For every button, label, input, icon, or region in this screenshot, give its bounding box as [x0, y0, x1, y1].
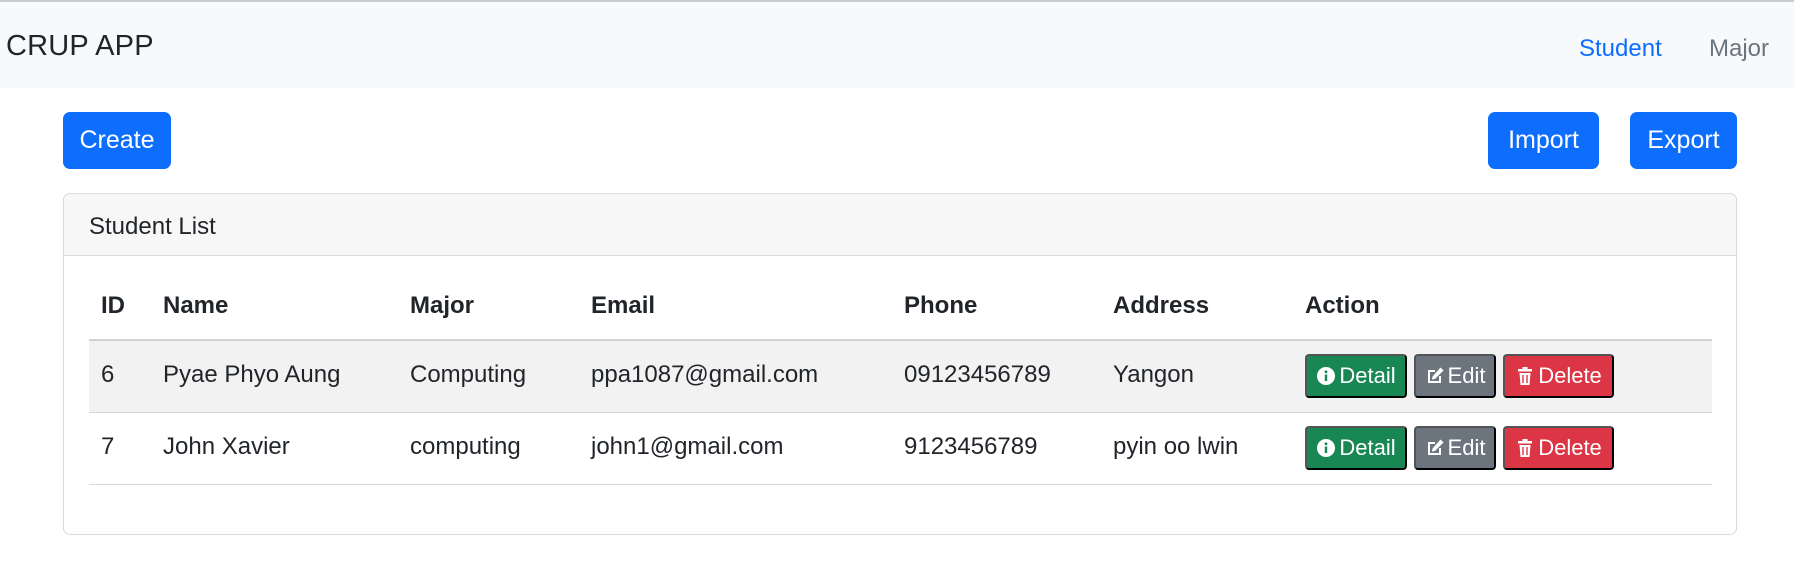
- cell-name: John Xavier: [163, 433, 290, 460]
- cell-address: Yangon: [1113, 361, 1194, 388]
- detail-label: Detail: [1339, 363, 1396, 388]
- table-header: ID Name Major Email Phone Address Action: [89, 274, 1712, 341]
- delete-label: Delete: [1538, 363, 1602, 388]
- edit-label: Edit: [1447, 363, 1486, 388]
- cell-phone: 09123456789: [904, 361, 1051, 388]
- cell-phone: 9123456789: [904, 433, 1038, 460]
- delete-button[interactable]: Delete: [1503, 426, 1614, 470]
- delete-button[interactable]: Delete: [1503, 354, 1614, 398]
- import-button[interactable]: Import: [1488, 112, 1599, 169]
- detail-button[interactable]: Detail: [1305, 426, 1407, 470]
- edit-label: Edit: [1447, 435, 1486, 460]
- pencil-square-icon: [1425, 438, 1445, 458]
- edit-button[interactable]: Edit: [1414, 426, 1496, 470]
- table-row: 7 John Xavier computing john1@gmail.com …: [89, 413, 1712, 485]
- edit-button[interactable]: Edit: [1414, 354, 1496, 398]
- cell-major: computing: [410, 433, 521, 460]
- cell-name: Pyae Phyo Aung: [163, 361, 341, 388]
- column-header-id: ID: [101, 292, 125, 319]
- cell-id: 7: [101, 433, 115, 460]
- cell-email: ppa1087@gmail.com: [591, 361, 819, 388]
- column-header-address: Address: [1113, 292, 1210, 319]
- table-row: 6 Pyae Phyo Aung Computing ppa1087@gmail…: [89, 341, 1712, 413]
- cell-id: 6: [101, 361, 115, 388]
- create-button[interactable]: Create: [63, 112, 171, 169]
- info-circle-icon: [1316, 438, 1336, 458]
- cell-email: john1@gmail.com: [591, 433, 784, 460]
- column-header-major: Major: [410, 292, 475, 319]
- trash-icon: [1515, 366, 1535, 386]
- column-header-phone: Phone: [904, 292, 978, 319]
- delete-label: Delete: [1538, 435, 1602, 460]
- navbar: CRUP APP Student Major: [0, 0, 1794, 88]
- export-button[interactable]: Export: [1630, 112, 1737, 169]
- card-title: Student List: [89, 213, 216, 240]
- column-header-name: Name: [163, 292, 229, 319]
- detail-button[interactable]: Detail: [1305, 354, 1407, 398]
- cell-major: Computing: [410, 361, 527, 388]
- nav-link-major[interactable]: Major: [1709, 35, 1769, 63]
- info-circle-icon: [1316, 366, 1336, 386]
- cell-address: pyin oo lwin: [1113, 433, 1239, 460]
- card-header: Student List: [64, 194, 1736, 256]
- column-header-email: Email: [591, 292, 656, 319]
- pencil-square-icon: [1425, 366, 1445, 386]
- brand-title[interactable]: CRUP APP: [6, 30, 154, 63]
- nav-link-student[interactable]: Student: [1579, 35, 1662, 63]
- column-header-action: Action: [1305, 292, 1380, 319]
- detail-label: Detail: [1339, 435, 1396, 460]
- student-list-card: Student List ID Name Major Email Phone A…: [63, 193, 1737, 535]
- trash-icon: [1515, 438, 1535, 458]
